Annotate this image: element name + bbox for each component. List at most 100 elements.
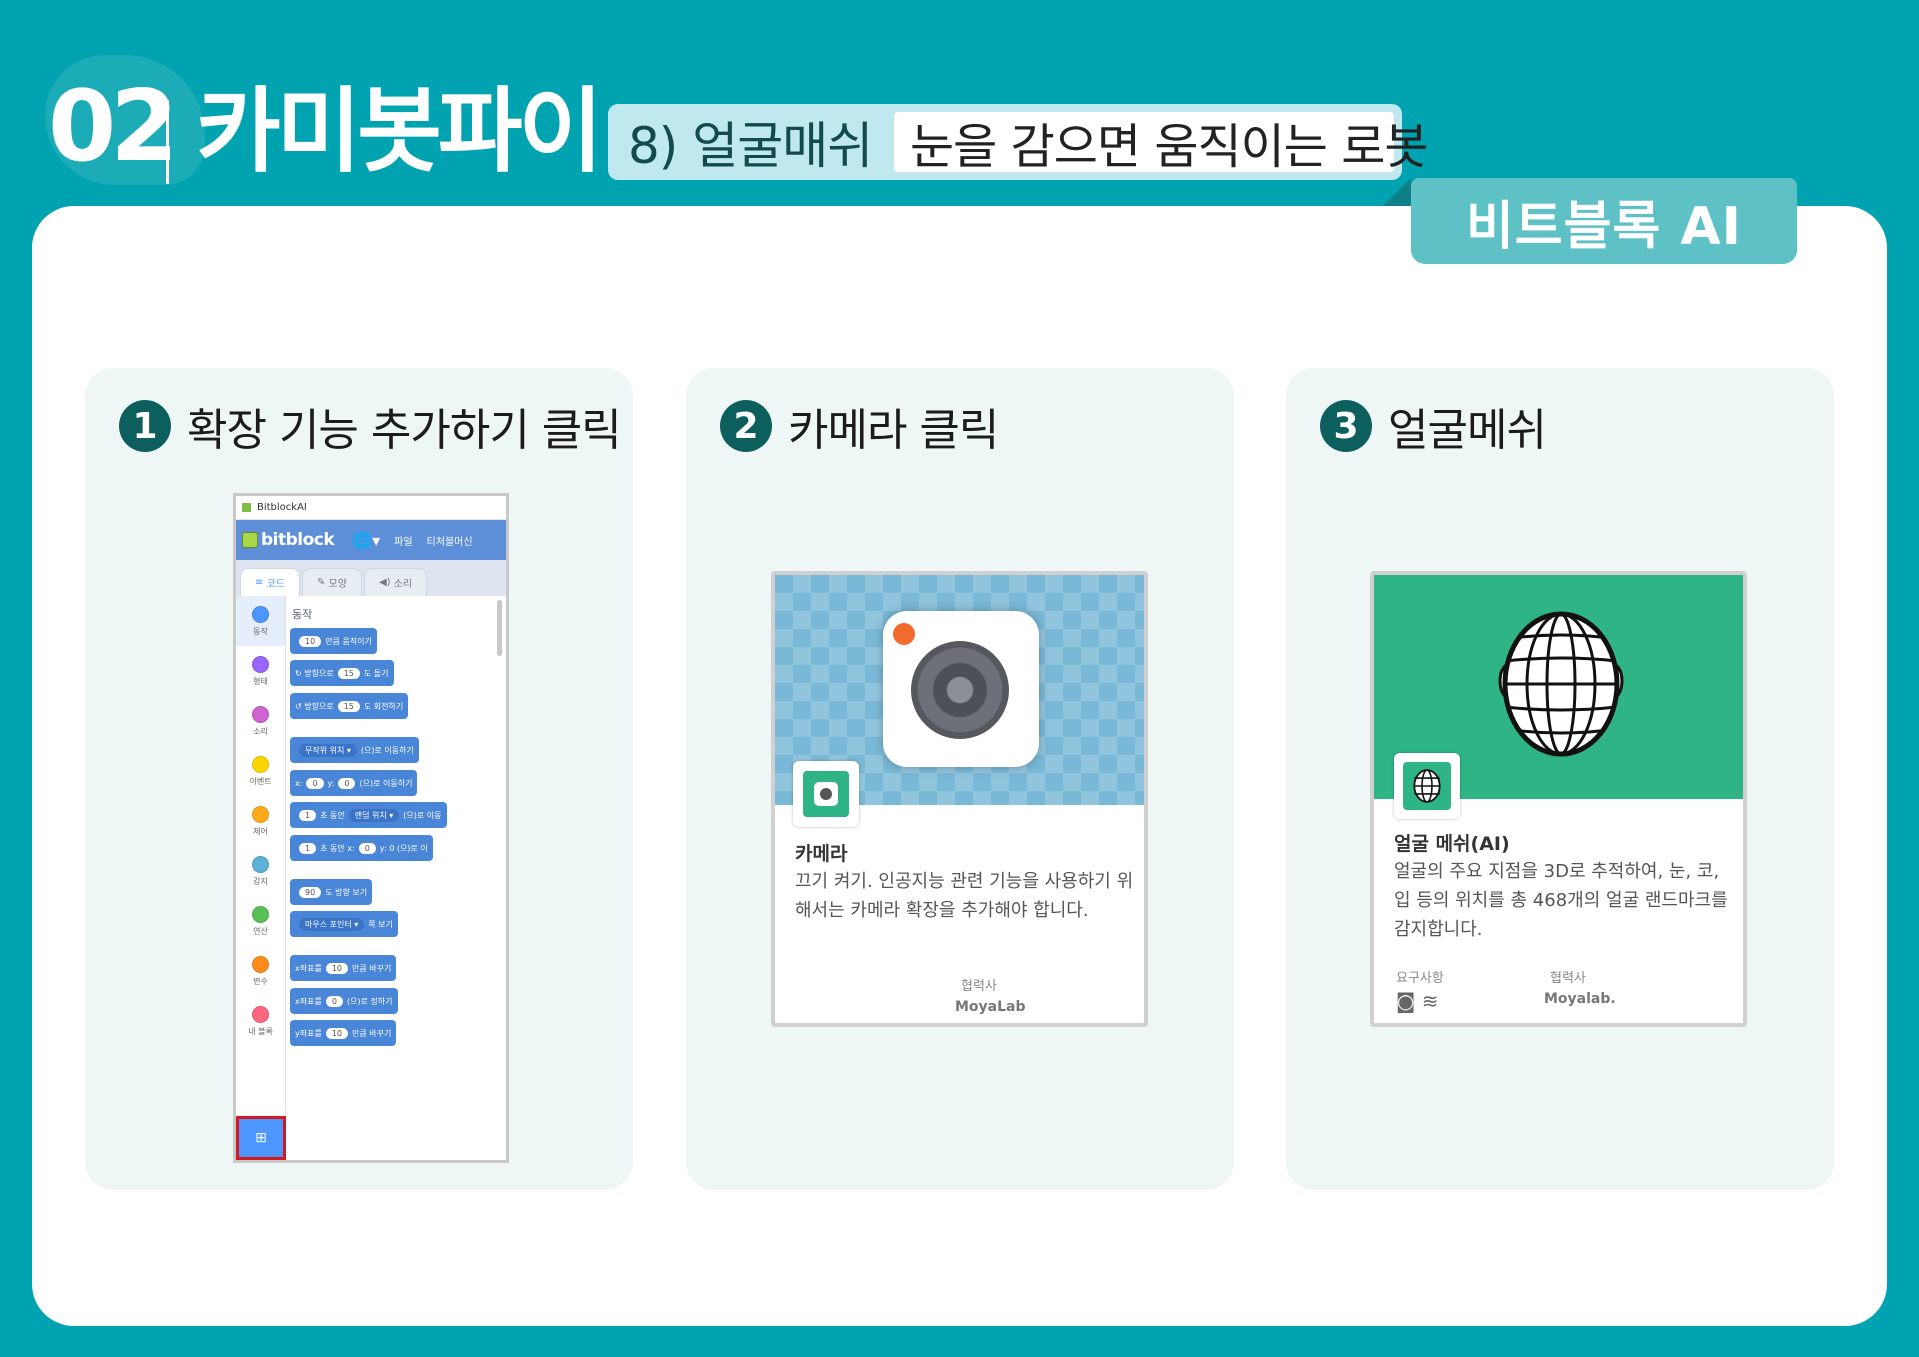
speaker-icon: ◀)	[378, 577, 394, 588]
step-number: 3	[1320, 400, 1372, 452]
logo-icon	[242, 532, 258, 548]
tab-label: 코드	[266, 579, 285, 590]
category-label: 소리	[253, 726, 268, 736]
block-text: x좌표를	[295, 996, 322, 1006]
menu-teachable-machine[interactable]: 티처블머신	[427, 533, 473, 548]
block-input[interactable]: 0	[306, 777, 324, 789]
block-input[interactable]: 0	[325, 995, 343, 1007]
block-text: 만큼 움직이기	[325, 636, 372, 646]
block-input[interactable]: 0	[358, 842, 376, 854]
category-item[interactable]: 형태	[236, 646, 285, 696]
tab-costume[interactable]: ✎ 모양	[301, 568, 362, 596]
block-input[interactable]: 10	[325, 962, 349, 974]
category-item[interactable]: 내 블록	[236, 996, 285, 1046]
category-label: 이벤트	[249, 776, 272, 786]
camera-extension-card[interactable]: 카메라 끄기 켜기. 인공지능 관련 기능을 사용하기 위해서는 카메라 확장을…	[771, 571, 1148, 1027]
page-title: 카미봇파이	[196, 78, 603, 185]
logo-text: bitblock	[261, 530, 335, 550]
camera-icon: ◙	[1396, 989, 1416, 1013]
menu-file[interactable]: 파일	[394, 533, 412, 548]
step-label: 얼굴메쉬	[1388, 405, 1547, 456]
block-input[interactable]: 15	[337, 700, 360, 712]
category-item[interactable]: 변수	[236, 946, 285, 996]
requirements-label: 요구사항	[1396, 971, 1444, 986]
face-mesh-small-icon	[1394, 753, 1460, 819]
category-item[interactable]: 연산	[236, 896, 285, 946]
category-label: 감지	[253, 876, 268, 886]
window-titlebar: BitblockAI	[236, 496, 506, 520]
code-block[interactable]: ↻ 방향으로 15 도 돌기	[290, 660, 394, 686]
category-color-dot	[252, 655, 269, 673]
category-label: 제어	[253, 826, 268, 836]
subtitle-description: 눈을 감으면 움직이는 로봇	[894, 112, 1429, 175]
code-block[interactable]: x: 0 y: 0 (으)로 이동하기	[290, 770, 418, 796]
code-block[interactable]: 10 만큼 움직이기	[290, 628, 377, 654]
block-text: ↺ 방향으로	[295, 701, 334, 711]
palette-title: 동작	[292, 608, 313, 621]
block-text: 만큼 바꾸기	[352, 1028, 392, 1038]
block-text: (으)로 이동	[403, 810, 442, 820]
block-text: (으)로 이동하기	[359, 778, 413, 788]
title-divider	[166, 100, 169, 184]
camera-icon	[883, 611, 1039, 767]
partner-name: MoyaLab	[955, 999, 1026, 1015]
category-tag: 비트블록 AI	[1411, 178, 1797, 264]
block-input[interactable]: 0	[338, 777, 356, 789]
code-block[interactable]: 1초 동안 랜덤 위치 ▾ (으)로 이동	[290, 802, 447, 828]
block-input[interactable]: 10	[325, 1027, 349, 1039]
ribbon-notch	[1383, 178, 1411, 206]
code-block[interactable]: ↺ 방향으로 15 도 회전하기	[290, 693, 409, 719]
requirements-icons: ◙ ≋	[1396, 989, 1439, 1013]
block-input[interactable]: 1	[299, 842, 317, 854]
step-heading: 1 확장 기능 추가하기 클릭	[119, 394, 622, 458]
extension-name: 얼굴 메쉬(AI)	[1394, 833, 1510, 855]
category-item[interactable]: 소리	[236, 696, 285, 746]
block-input[interactable]: 마우스 포인터 ▾	[299, 917, 365, 931]
editor-tabs: ≡ 코드 ✎ 모양 ◀) 소리	[236, 560, 506, 596]
tab-sound[interactable]: ◀) 소리	[363, 568, 428, 596]
block-input[interactable]: 90	[299, 886, 322, 898]
block-input[interactable]: 무작위 위치 ▾	[299, 743, 357, 757]
category-item[interactable]: 이벤트	[236, 746, 285, 796]
block-text: 도 방향 보기	[325, 887, 368, 897]
camera-small-icon	[793, 761, 859, 827]
block-input[interactable]: 15	[337, 667, 360, 679]
block-text: 초 동안 x:	[320, 843, 355, 853]
step-label: 확장 기능 추가하기 클릭	[187, 405, 622, 456]
bitblock-window: BitblockAI bitblock 🌐▾ 파일 티처블머신 ≡ 코드 ✎ 모…	[233, 493, 509, 1163]
palette-scrollbar[interactable]	[497, 600, 502, 656]
category-color-dot	[252, 855, 269, 873]
editor-body: 동작 형태 소리 이벤트 제어 감지 연산 변수 내 블록 ⊞ 동작 10 만큼 움직이기 ↻ 방향으…	[236, 596, 506, 1160]
code-block[interactable]: 1초 동안 x: 0 y: 0 (으)로 이	[290, 835, 433, 861]
app-icon	[242, 503, 251, 512]
step-number: 1	[119, 400, 171, 452]
block-text: y: 0 (으)로 이	[379, 843, 428, 853]
window-title: BitblockAI	[257, 502, 307, 513]
add-extension-button[interactable]: ⊞	[236, 1116, 286, 1160]
subtitle-pill: 8) 얼굴매쉬 눈을 감으면 움직이는 로봇	[608, 104, 1429, 180]
globe-icon[interactable]: 🌐▾	[352, 531, 380, 550]
tab-code[interactable]: ≡ 코드	[240, 568, 300, 596]
code-block[interactable]: 마우스 포인터 ▾ 쪽 보기	[290, 911, 398, 937]
menu-bar: bitblock 🌐▾ 파일 티처블머신	[236, 520, 506, 560]
code-block[interactable]: 90 도 방향 보기	[290, 879, 373, 905]
code-block[interactable]: x좌표를 10 만큼 바꾸기	[290, 955, 397, 981]
block-input[interactable]: 10	[299, 635, 322, 647]
block-input[interactable]: 1	[299, 809, 317, 821]
category-item[interactable]: 제어	[236, 796, 285, 846]
category-item[interactable]: 동작	[236, 596, 285, 646]
code-block[interactable]: x좌표를 0 (으)로 정하기	[290, 988, 398, 1014]
step-number: 2	[720, 400, 772, 452]
face-mesh-mini-icon	[1413, 769, 1441, 803]
code-block[interactable]: 무작위 위치 ▾ (으)로 이동하기	[290, 737, 419, 763]
block-text: 도 돌기	[363, 668, 389, 678]
category-color-dot	[252, 705, 269, 723]
block-text: 만큼 바꾸기	[352, 963, 392, 973]
face-mesh-extension-card[interactable]: 얼굴 메쉬(AI) 얼굴의 주요 지점을 3D로 추적하여, 눈, 코, 입 등…	[1370, 571, 1747, 1027]
code-block[interactable]: y좌표를 10 만큼 바꾸기	[290, 1020, 397, 1046]
partner-label: 협력사	[961, 979, 997, 994]
chapter-number: 02	[48, 70, 178, 184]
category-item[interactable]: 감지	[236, 846, 285, 896]
block-input[interactable]: 랜덤 위치 ▾	[348, 808, 400, 822]
category-color-dot	[252, 905, 269, 923]
